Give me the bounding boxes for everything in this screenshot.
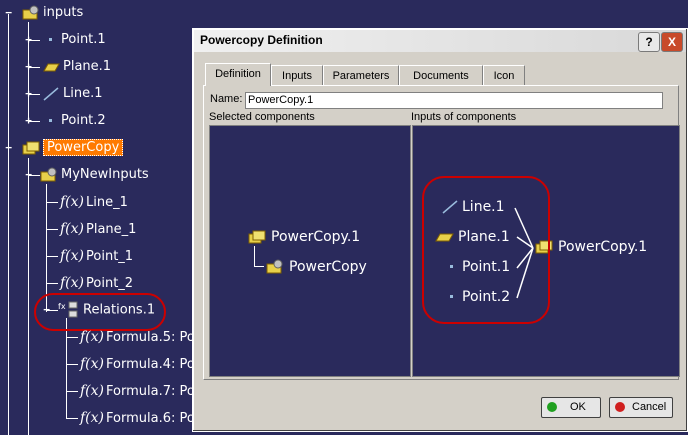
tree-node-label: Line_1 [86,195,128,210]
title-bar[interactable]: Powercopy Definition ? X [194,30,686,52]
cancel-button[interactable]: Cancel [609,397,673,418]
ok-label: OK [570,401,586,413]
inputs-of-components-header: Inputs of components [411,111,517,123]
point-icon [49,118,52,122]
formula-icon: f(x) [80,383,105,399]
collapse-icon[interactable]: − [4,142,13,153]
expand-icon[interactable]: + [24,61,33,72]
input-target-powercopy[interactable]: PowerCopy.1 [535,238,647,256]
selected-item-label: PowerCopy [289,259,367,275]
tree-node-formula-7[interactable]: f(x) Formula.7: Pow [80,382,205,401]
tree-node-label: Point.2 [61,113,106,128]
close-button[interactable]: X [661,32,683,52]
ok-icon [547,402,557,412]
expand-icon[interactable]: + [24,115,33,126]
tab-parameters[interactable]: Parameters [323,65,399,86]
tree-node-label: MyNewInputs [61,167,149,182]
tab-definition[interactable]: Definition [205,63,271,86]
tree-node-formula-4[interactable]: f(x) Formula.4: Pow [80,355,205,374]
selected-node-label: PowerCopy [43,139,124,156]
collapse-icon[interactable]: − [4,7,13,18]
help-button[interactable]: ? [638,32,660,52]
plane-icon [43,63,60,71]
name-input[interactable]: PowerCopy.1 [245,92,663,109]
formula-icon: f(x) [60,221,85,237]
annotation-circle [34,293,166,331]
tree-node-label: Plane_1 [86,222,137,237]
tree-node-label: Line.1 [63,86,103,101]
formula-icon: f(x) [80,356,105,372]
tree-node-label: Formula.7: Pow [106,384,206,399]
tab-icon[interactable]: Icon [483,65,525,86]
tree-node-label: Formula.6: Pow [106,411,206,426]
formula-icon: f(x) [60,275,85,291]
selected-components-header: Selected components [209,111,315,123]
dialog-title: Powercopy Definition [200,33,323,47]
formula-icon: f(x) [80,410,105,426]
tree-node-powercopy[interactable]: PowerCopy [22,139,124,157]
folder-gear-icon [266,259,283,274]
tree-node-formula-6[interactable]: f(x) Formula.6: Pow [80,409,205,428]
tree-node-label: Formula.4: Pow [106,357,206,372]
tab-inputs[interactable]: Inputs [271,65,323,86]
line-icon [43,86,59,101]
cancel-icon [615,402,625,412]
tree-node-point-2[interactable]: Point.2 [44,112,106,130]
ok-button[interactable]: OK [541,397,601,418]
tree-node-line-1[interactable]: Line.1 [42,85,103,103]
annotation-circle [422,176,550,324]
point-icon [49,37,52,41]
tree-node-mynewinputs[interactable]: MyNewInputs [40,166,149,184]
cancel-label: Cancel [632,401,667,413]
name-label: Name: [210,93,243,105]
tree-node-param-point1[interactable]: f(x) Point_1 [60,247,133,266]
tree-node-point-1[interactable]: Point.1 [44,31,106,49]
tree-node-formula-5[interactable]: f(x) Formula.5: Pow [80,328,205,347]
powercopy-icon [22,141,40,154]
selected-components-pane[interactable]: PowerCopy.1 PowerCopy [209,125,411,377]
tree-node-param-point2[interactable]: f(x) Point_2 [60,274,133,293]
inputs-of-components-pane[interactable]: Line.1 Plane.1 Point.1 Point.2 PowerCopy… [412,125,680,377]
expand-icon[interactable]: + [24,34,33,45]
input-target-label: PowerCopy.1 [558,239,648,255]
formula-icon: f(x) [80,329,105,345]
tree-node-label: Formula.5: Pow [106,330,206,345]
powercopy-definition-dialog: Powercopy Definition ? X Definition Inpu… [192,28,688,432]
folder-gear-icon [40,167,57,181]
tab-documents[interactable]: Documents [399,65,483,86]
tree-node-label: Point_1 [86,249,134,264]
selected-item-powercopy[interactable]: PowerCopy [266,258,367,276]
expand-icon[interactable]: + [24,88,33,99]
tree-node-label: Point_2 [86,276,134,291]
formula-icon: f(x) [60,194,85,210]
tree-node-inputs[interactable]: inputs [22,4,83,22]
collapse-icon[interactable]: − [24,169,33,180]
tree-node-param-plane[interactable]: f(x) Plane_1 [60,220,136,239]
folder-gear-icon [22,5,39,19]
powercopy-icon [248,230,266,244]
tree-node-label: Point.1 [61,32,106,47]
tree-node-param-line[interactable]: f(x) Line_1 [60,193,128,212]
selected-item-label: PowerCopy.1 [271,229,361,245]
tree-node-label: inputs [43,5,84,20]
tree-node-label: Plane.1 [63,59,112,74]
selected-item-powercopy-1[interactable]: PowerCopy.1 [248,228,360,246]
tree-node-plane-1[interactable]: Plane.1 [40,58,111,76]
formula-icon: f(x) [60,248,85,264]
